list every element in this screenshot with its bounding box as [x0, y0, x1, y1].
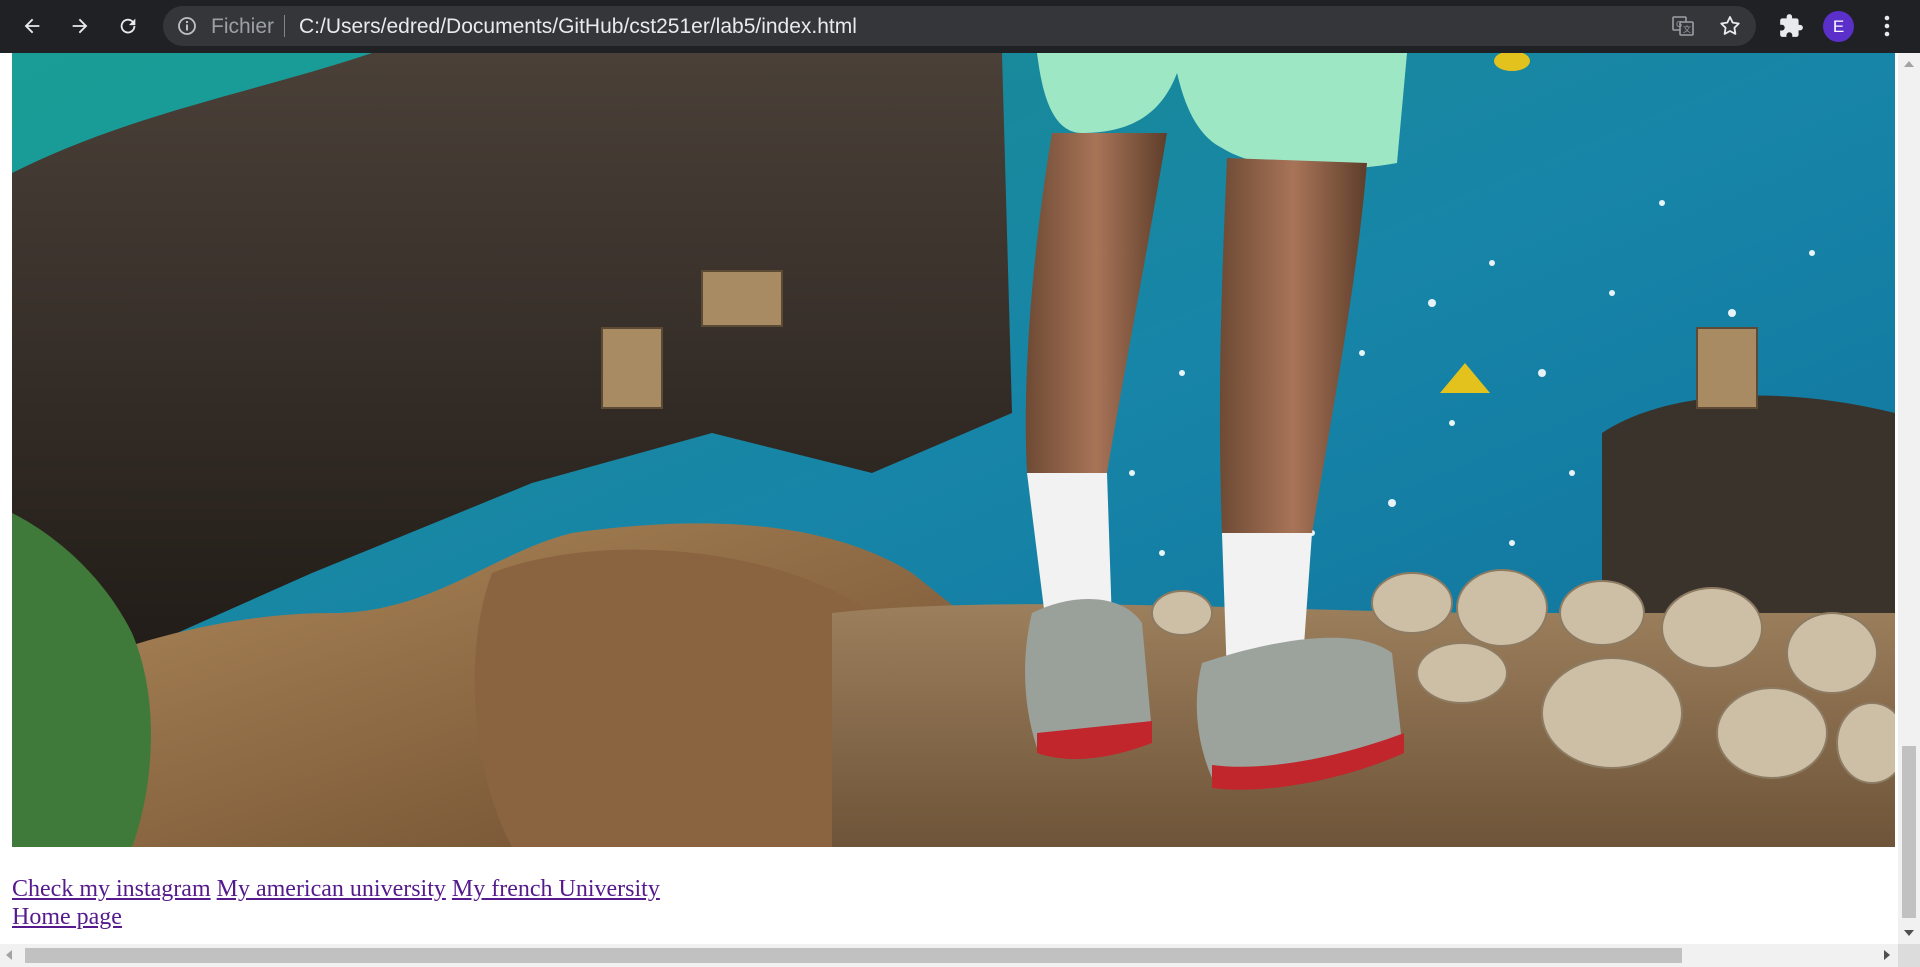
forward-button[interactable] — [64, 10, 96, 42]
profile-avatar[interactable]: E — [1823, 11, 1854, 42]
horizontal-scrollbar[interactable] — [0, 944, 1898, 967]
horizontal-scroll-thumb[interactable] — [25, 948, 1682, 963]
browser-toolbar: Fichier C:/Users/edred/Documents/GitHub/… — [0, 0, 1920, 53]
vertical-scrollbar[interactable] — [1898, 53, 1920, 944]
home-page-link[interactable]: Home page — [12, 904, 122, 930]
footer-links: Check my instagram My american universit… — [12, 875, 660, 931]
scroll-up-arrow-icon[interactable] — [1904, 61, 1914, 67]
scroll-right-arrow-icon[interactable] — [1884, 950, 1890, 960]
address-url[interactable]: C:/Users/edred/Documents/GitHub/cst251er… — [299, 15, 857, 39]
instagram-link[interactable]: Check my instagram — [12, 876, 211, 902]
vertical-scroll-thumb[interactable] — [1902, 746, 1916, 918]
back-arrow-icon — [24, 18, 40, 34]
bookmark-star-icon[interactable] — [1718, 14, 1742, 38]
address-scheme: Fichier — [211, 15, 275, 38]
reload-icon — [120, 18, 136, 34]
translate-icon[interactable]: G文 — [1671, 14, 1695, 38]
french-university-link[interactable]: My french University — [452, 876, 660, 902]
scrollbar-corner — [1898, 944, 1920, 967]
scroll-down-arrow-icon[interactable] — [1904, 930, 1914, 936]
address-separator — [284, 15, 285, 37]
reload-button[interactable] — [112, 10, 144, 42]
page-viewport: Check my instagram My american universit… — [0, 53, 1898, 944]
photo-image — [12, 53, 1895, 847]
address-bar[interactable]: Fichier C:/Users/edred/Documents/GitHub/… — [163, 6, 1756, 46]
info-icon[interactable] — [177, 16, 197, 36]
american-university-link[interactable]: My american university — [217, 876, 446, 902]
forward-arrow-icon — [72, 18, 88, 34]
svg-text:文: 文 — [1683, 24, 1691, 34]
back-button[interactable] — [16, 10, 48, 42]
kebab-menu-icon[interactable] — [1875, 12, 1899, 40]
extensions-puzzle-icon[interactable] — [1778, 13, 1804, 39]
scroll-left-arrow-icon[interactable] — [6, 950, 12, 960]
svg-text:G: G — [1676, 20, 1682, 29]
